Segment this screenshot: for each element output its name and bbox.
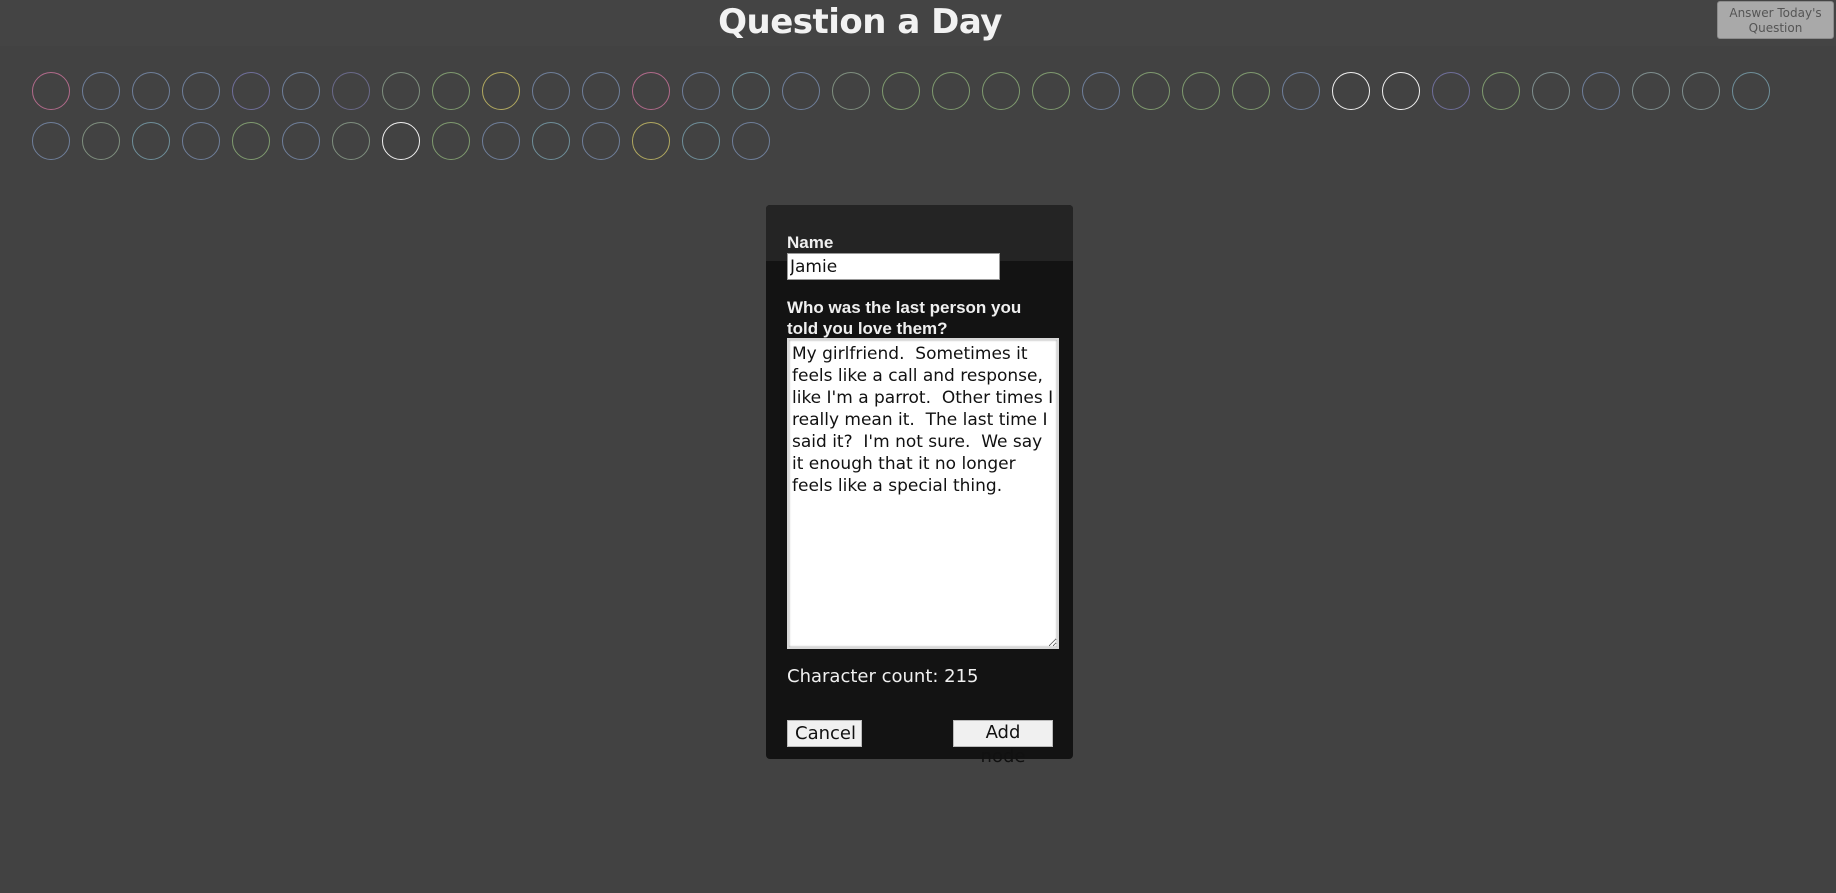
node-circle[interactable]	[932, 72, 970, 110]
add-node-dialog: Name Who was the last person you told yo…	[766, 205, 1073, 767]
node-circle[interactable]	[1582, 72, 1620, 110]
node-circle[interactable]	[1132, 72, 1170, 110]
node-circle[interactable]	[1482, 72, 1520, 110]
node-circle[interactable]	[32, 122, 70, 160]
node-circle[interactable]	[1332, 72, 1370, 110]
name-input[interactable]	[787, 253, 1000, 280]
node-circle[interactable]	[132, 122, 170, 160]
node-circle[interactable]	[1732, 72, 1770, 110]
node-circle[interactable]	[1632, 72, 1670, 110]
answer-textarea[interactable]: My girlfriend. Sometimes it feels like a…	[787, 338, 1059, 649]
node-circle[interactable]	[182, 72, 220, 110]
node-circle[interactable]	[582, 72, 620, 110]
node-circle[interactable]	[332, 122, 370, 160]
node-circle[interactable]	[282, 72, 320, 110]
node-circle[interactable]	[982, 72, 1020, 110]
node-circle[interactable]	[382, 122, 420, 160]
node-circle[interactable]	[532, 122, 570, 160]
node-circle[interactable]	[732, 72, 770, 110]
node-circle[interactable]	[1182, 72, 1220, 110]
node-circle[interactable]	[1032, 72, 1070, 110]
node-circle[interactable]	[782, 72, 820, 110]
node-circle[interactable]	[632, 72, 670, 110]
node-circle[interactable]	[32, 72, 70, 110]
node-circle[interactable]	[882, 72, 920, 110]
node-circle[interactable]	[682, 122, 720, 160]
name-label: Name	[787, 233, 834, 252]
cancel-button[interactable]: Cancel	[787, 720, 862, 747]
node-circle[interactable]	[832, 72, 870, 110]
node-circle[interactable]	[1432, 72, 1470, 110]
node-circle[interactable]	[432, 122, 470, 160]
node-circle[interactable]	[282, 122, 320, 160]
node-circle[interactable]	[732, 122, 770, 160]
node-circle[interactable]	[132, 72, 170, 110]
node-circle[interactable]	[482, 72, 520, 110]
add-node-button[interactable]: Add node	[953, 720, 1053, 767]
node-circle[interactable]	[82, 72, 120, 110]
node-circle[interactable]	[632, 122, 670, 160]
node-circle[interactable]	[582, 122, 620, 160]
node-circle[interactable]	[1282, 72, 1320, 110]
node-circle[interactable]	[232, 122, 270, 160]
node-circle[interactable]	[1682, 72, 1720, 110]
character-count: Character count: 215	[787, 666, 979, 687]
node-circle[interactable]	[482, 122, 520, 160]
node-circle[interactable]	[182, 122, 220, 160]
question-label: Who was the last person you told you lov…	[787, 298, 1022, 338]
node-grid	[0, 0, 1836, 170]
node-circle[interactable]	[332, 72, 370, 110]
node-circle[interactable]	[232, 72, 270, 110]
node-circle[interactable]	[1232, 72, 1270, 110]
node-circle[interactable]	[682, 72, 720, 110]
node-circle[interactable]	[382, 72, 420, 110]
node-circle[interactable]	[1382, 72, 1420, 110]
node-circle[interactable]	[432, 72, 470, 110]
node-circle[interactable]	[1082, 72, 1120, 110]
node-circle[interactable]	[82, 122, 120, 160]
node-circle[interactable]	[1532, 72, 1570, 110]
node-circle[interactable]	[532, 72, 570, 110]
